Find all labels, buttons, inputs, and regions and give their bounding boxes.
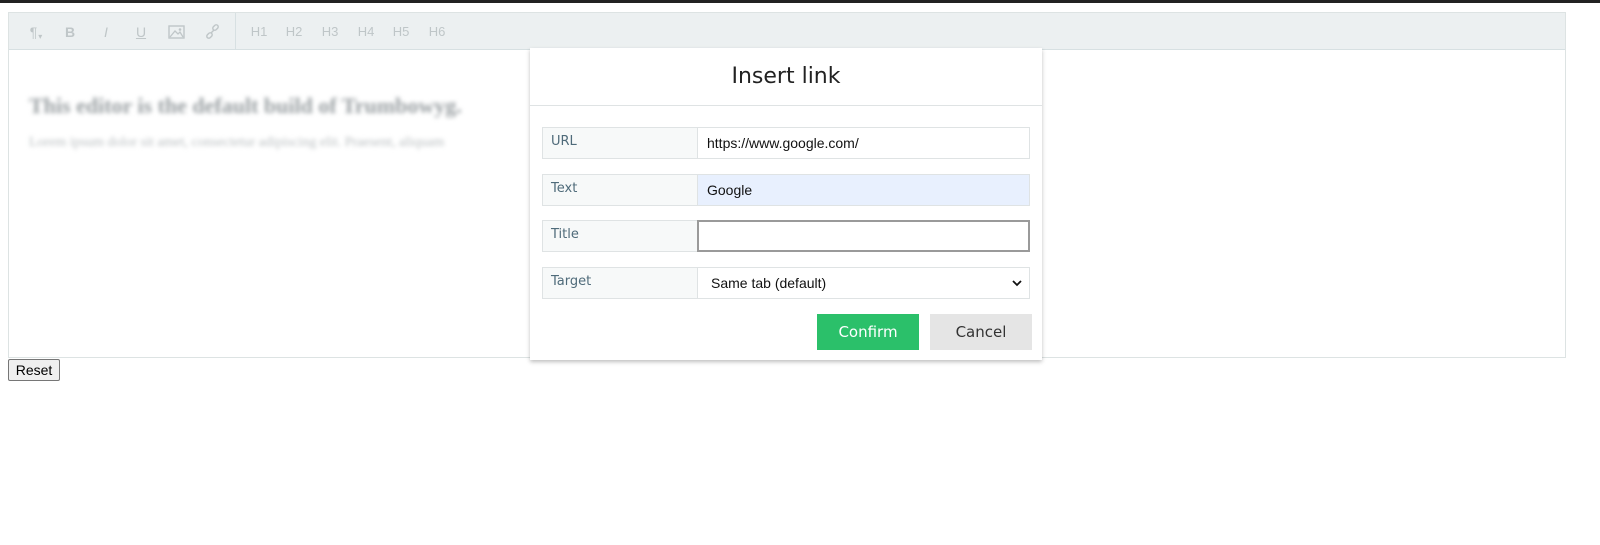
text-row: Text Google: [542, 174, 1030, 206]
underline-icon: U: [135, 23, 147, 40]
text-label: Text: [542, 174, 697, 206]
reset-button[interactable]: Reset: [8, 359, 60, 381]
window-top-border: [0, 0, 1600, 3]
heading-5-button[interactable]: H5: [384, 13, 418, 50]
underline-button[interactable]: U: [124, 13, 158, 50]
target-row: Target Same tab (default): [542, 267, 1030, 299]
toolbar-separator: [235, 13, 236, 50]
chevron-down-icon: ▾: [38, 32, 43, 41]
editor-heading: This editor is the default build of Trum…: [29, 93, 462, 118]
text-input[interactable]: Google: [697, 174, 1030, 206]
target-label: Target: [542, 267, 697, 299]
insert-link-modal: Insert link URL https://www.google.com/ …: [530, 48, 1042, 360]
heading-4-button[interactable]: H4: [349, 13, 383, 50]
heading-6-button[interactable]: H6: [420, 13, 454, 50]
target-select[interactable]: Same tab (default): [697, 267, 1030, 299]
editor-content[interactable]: This editor is the default build of Trum…: [29, 93, 462, 151]
image-icon: [167, 24, 185, 39]
url-input[interactable]: https://www.google.com/: [697, 127, 1030, 159]
url-row: URL https://www.google.com/: [542, 127, 1030, 159]
editor-paragraph: Lorem ipsum dolor sit amet, consectetur …: [29, 135, 445, 150]
chevron-down-icon: [1012, 280, 1022, 287]
bold-icon: B: [64, 23, 76, 40]
target-select-value: Same tab (default): [711, 275, 827, 291]
insert-image-button[interactable]: [159, 13, 193, 50]
italic-icon: I: [104, 23, 108, 40]
paragraph-icon: ¶: [29, 23, 38, 40]
heading-3-button[interactable]: H3: [313, 13, 347, 50]
title-input[interactable]: [697, 220, 1030, 252]
modal-header: Insert link: [530, 48, 1042, 106]
insert-link-button[interactable]: [195, 13, 229, 50]
heading-1-button[interactable]: H1: [242, 13, 276, 50]
heading-2-button[interactable]: H2: [277, 13, 311, 50]
editor-toolbar: ¶ ▾ B I U H1 H2 H3 H4 H5 H6: [9, 13, 1565, 50]
title-label: Title: [542, 220, 697, 252]
cancel-button[interactable]: Cancel: [930, 314, 1032, 350]
title-row: Title: [542, 220, 1030, 252]
link-icon: [205, 24, 219, 39]
url-label: URL: [542, 127, 697, 159]
confirm-button[interactable]: Confirm: [817, 314, 919, 350]
paragraph-format-button[interactable]: ¶ ▾: [19, 13, 53, 50]
italic-button[interactable]: I: [89, 13, 123, 50]
modal-title: Insert link: [731, 64, 841, 89]
bold-button[interactable]: B: [53, 13, 87, 50]
